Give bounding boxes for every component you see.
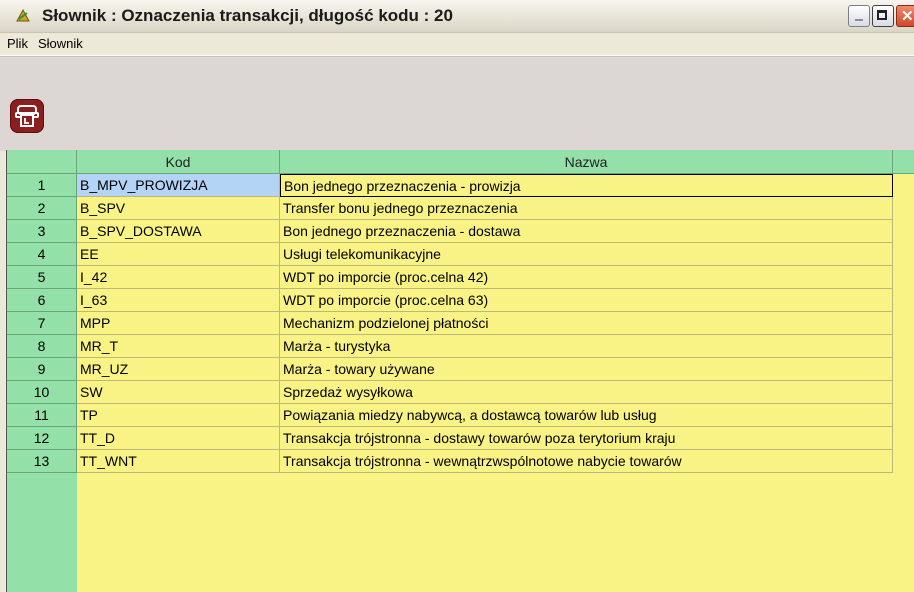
row-number: 3 (7, 220, 77, 243)
table-row[interactable]: 3 B_SPV_DOSTAWA Bon jednego przeznaczeni… (7, 220, 893, 243)
cell-kod[interactable]: SW (77, 381, 280, 404)
cell-kod[interactable]: B_MPV_PROWIZJA (77, 174, 280, 197)
toolbar (0, 56, 914, 151)
row-number: 11 (7, 404, 77, 427)
column-header-nazwa[interactable]: Nazwa (280, 150, 893, 174)
cell-nazwa[interactable]: Powiązania miedzy nabywcą, a dostawcą to… (280, 404, 893, 427)
row-number: 10 (7, 381, 77, 404)
cell-nazwa[interactable]: WDT po imporcie (proc.celna 42) (280, 266, 893, 289)
cell-kod[interactable]: I_63 (77, 289, 280, 312)
cell-kod[interactable]: TP (77, 404, 280, 427)
cell-nazwa[interactable]: Transakcja trójstronna - dostawy towarów… (280, 427, 893, 450)
row-number: 9 (7, 358, 77, 381)
table-row[interactable]: 1 B_MPV_PROWIZJA Bon jednego przeznaczen… (7, 174, 893, 197)
print-button[interactable] (10, 99, 44, 133)
row-number: 5 (7, 266, 77, 289)
title-bar[interactable]: Słownik : Oznaczenia transakcji, długość… (0, 0, 914, 33)
table-row[interactable]: 4 EE Usługi telekomunikacyjne (7, 243, 893, 266)
cell-kod[interactable]: MR_UZ (77, 358, 280, 381)
cell-kod[interactable]: MPP (77, 312, 280, 335)
cell-kod[interactable]: EE (77, 243, 280, 266)
table-row[interactable]: 7 MPP Mechanizm podzielonej płatności (7, 312, 893, 335)
table-row[interactable]: 10 SW Sprzedaż wysyłkowa (7, 381, 893, 404)
menu-slownik[interactable]: Słownik (38, 36, 83, 51)
cell-nazwa[interactable]: Transakcja trójstronna - wewnątrzwspólno… (280, 450, 893, 473)
cell-nazwa[interactable]: Usługi telekomunikacyjne (280, 243, 893, 266)
printer-icon (15, 105, 39, 127)
column-header-kod[interactable]: Kod (77, 150, 280, 174)
cell-kod[interactable]: B_SPV_DOSTAWA (77, 220, 280, 243)
cell-nazwa[interactable]: Marża - towary używane (280, 358, 893, 381)
table-row[interactable]: 13 TT_WNT Transakcja trójstronna - wewną… (7, 450, 893, 473)
data-grid[interactable]: Kod Nazwa 1 B_MPV_PROWIZJA Bon jednego p… (6, 150, 914, 592)
table-row[interactable]: 9 MR_UZ Marża - towary używane (7, 358, 893, 381)
close-icon[interactable] (896, 5, 914, 27)
row-number: 13 (7, 450, 77, 473)
row-number: 2 (7, 197, 77, 220)
header-row-number (7, 150, 77, 174)
cell-kod[interactable]: TT_WNT (77, 450, 280, 473)
cell-kod[interactable]: B_SPV (77, 197, 280, 220)
table-row[interactable]: 5 I_42 WDT po imporcie (proc.celna 42) (7, 266, 893, 289)
row-number: 6 (7, 289, 77, 312)
app-icon (16, 8, 30, 22)
menu-plik[interactable]: Plik (7, 36, 28, 51)
maximize-icon[interactable] (872, 5, 894, 27)
row-number: 4 (7, 243, 77, 266)
cell-nazwa[interactable]: Bon jednego przeznaczenia - prowizja (280, 174, 893, 197)
table-row[interactable]: 11 TP Powiązania miedzy nabywcą, a dosta… (7, 404, 893, 427)
minimize-icon[interactable] (848, 5, 870, 27)
menu-bar: Plik Słownik (0, 33, 914, 56)
header-filler (893, 150, 914, 174)
row-number: 1 (7, 174, 77, 197)
table-row[interactable]: 2 B_SPV Transfer bonu jednego przeznacze… (7, 197, 893, 220)
row-number: 12 (7, 427, 77, 450)
cell-nazwa[interactable]: Marża - turystyka (280, 335, 893, 358)
row-number: 7 (7, 312, 77, 335)
cell-nazwa[interactable]: Bon jednego przeznaczenia - dostawa (280, 220, 893, 243)
table-row[interactable]: 12 TT_D Transakcja trójstronna - dostawy… (7, 427, 893, 450)
cell-kod[interactable]: I_42 (77, 266, 280, 289)
row-number: 8 (7, 335, 77, 358)
cell-kod[interactable]: TT_D (77, 427, 280, 450)
table-row[interactable]: 6 I_63 WDT po imporcie (proc.celna 63) (7, 289, 893, 312)
cell-nazwa[interactable]: WDT po imporcie (proc.celna 63) (280, 289, 893, 312)
window-title: Słownik : Oznaczenia transakcji, długość… (42, 6, 453, 25)
cell-nazwa[interactable]: Mechanizm podzielonej płatności (280, 312, 893, 335)
cell-nazwa[interactable]: Sprzedaż wysyłkowa (280, 381, 893, 404)
cell-nazwa[interactable]: Transfer bonu jednego przeznaczenia (280, 197, 893, 220)
cell-kod[interactable]: MR_T (77, 335, 280, 358)
table-row[interactable]: 8 MR_T Marża - turystyka (7, 335, 893, 358)
dictionary-window: Słownik : Oznaczenia transakcji, długość… (0, 0, 914, 592)
